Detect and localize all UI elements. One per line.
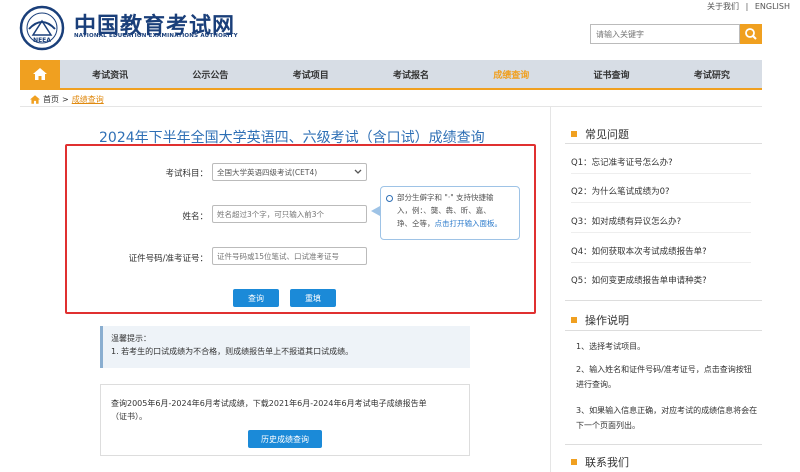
warm-tip-box: 温馨提示： 1. 若考生的口试成绩为不合格，则成绩报告单上不报道其口试成绩。 xyxy=(100,326,470,368)
breadcrumb-current[interactable]: 成绩查询 xyxy=(72,94,104,105)
bullet-icon xyxy=(571,131,577,137)
id-number-input[interactable] xyxy=(212,247,367,265)
divider xyxy=(565,330,762,331)
about-link[interactable]: 关于我们 xyxy=(707,2,739,11)
subject-select[interactable]: 全国大学英语四级考试(CET4) xyxy=(212,163,367,181)
nav-item-exams[interactable]: 考试项目 xyxy=(261,60,361,88)
divider xyxy=(571,262,751,263)
toplinks-separator: | xyxy=(745,2,749,11)
breadcrumb-separator: > xyxy=(62,95,69,104)
faq-item-5[interactable]: Q5：如何变更成绩报告单申请种类? xyxy=(571,274,707,286)
site-header: NEEA 中国教育考试网 NATIONAL EDUCATION EXAMINAT… xyxy=(0,0,800,58)
main-nav: 考试资讯 公示公告 考试项目 考试报名 成绩查询 证书查询 考试研究 xyxy=(20,60,762,88)
warm-tip-title: 温馨提示： xyxy=(111,334,151,343)
guide-step-1: 1、选择考试项目。 xyxy=(576,342,646,351)
history-text-1: 查询2005年6月-2024年6月考试成绩，下载2021年6月-2024年6月考… xyxy=(111,399,427,408)
radio-icon xyxy=(386,195,393,202)
divider xyxy=(565,444,762,445)
tip-line-2: 入，例：、龑、犇、昕、嘉、 xyxy=(397,206,491,215)
nav-item-registration[interactable]: 考试报名 xyxy=(361,60,461,88)
search-box xyxy=(590,24,762,44)
nav-home-button[interactable] xyxy=(20,60,60,88)
query-button[interactable]: 查询 xyxy=(233,289,279,307)
divider xyxy=(20,106,762,107)
guide-step-3: 3、如果输入信息正确，对应考试的成绩信息将会在下一个页面列出。 xyxy=(576,406,758,430)
warm-tip-text: 1. 若考生的口试成绩为不合格，则成绩报告单上不报道其口试成绩。 xyxy=(111,347,354,356)
contact-heading: 联系我们 xyxy=(571,454,629,470)
divider xyxy=(571,202,751,203)
rare-char-tip: 部分生僻字和 "·" 支持快捷输 入，例：、龑、犇、昕、嘉、 琤、仝等，点击打开… xyxy=(380,186,520,240)
faq-title: 常见问题 xyxy=(585,128,629,141)
name-label: 姓名： xyxy=(182,212,208,222)
nav-item-certificates[interactable]: 证书查询 xyxy=(561,60,661,88)
open-input-panel-link[interactable]: 点击打开输入面板。 xyxy=(435,219,503,228)
sidebar-divider xyxy=(550,107,551,472)
nav-item-research[interactable]: 考试研究 xyxy=(662,60,762,88)
faq-item-1[interactable]: Q1：忘记准考证号怎么办? xyxy=(571,156,673,168)
faq-item-4[interactable]: Q4：如何获取本次考试成绩报告单? xyxy=(571,245,707,257)
name-input[interactable] xyxy=(212,205,367,223)
tip-line-3: 琤、仝等， xyxy=(397,219,435,228)
nav-underline xyxy=(20,88,762,90)
contact-title[interactable]: 联系我们 xyxy=(585,454,629,470)
tip-line-1: 部分生僻字和 "·" 支持快捷输 xyxy=(397,193,494,202)
reset-button[interactable]: 重填 xyxy=(290,289,336,307)
logo-badge: NEEA xyxy=(33,37,51,44)
nav-item-scores[interactable]: 成绩查询 xyxy=(461,60,561,88)
guide-heading: 操作说明 xyxy=(571,312,629,328)
id-label: 证件号码/准考证号： xyxy=(128,254,208,264)
top-links: 关于我们 | ENGLISH xyxy=(703,1,790,12)
history-query-button[interactable]: 历史成绩查询 xyxy=(248,430,322,448)
history-text-2: （证书）。 xyxy=(111,412,147,421)
search-input[interactable] xyxy=(590,24,740,44)
subject-select-value: 全国大学英语四级考试(CET4) xyxy=(217,167,318,177)
subject-label: 考试科目： xyxy=(165,169,208,179)
bullet-icon xyxy=(571,459,577,465)
faq-heading: 常见问题 xyxy=(571,126,629,142)
faq-item-3[interactable]: Q3：如对成绩有异议怎么办? xyxy=(571,215,681,227)
nav-item-news[interactable]: 考试资讯 xyxy=(60,60,160,88)
faq-item-2[interactable]: Q2：为什么笔试成绩为0? xyxy=(571,185,670,197)
search-button[interactable] xyxy=(740,24,762,44)
site-logo-subtitle: NATIONAL EDUCATION EXAMINATIONS AUTHORIT… xyxy=(74,33,238,39)
divider xyxy=(565,143,762,144)
breadcrumb: 首页 > 成绩查询 xyxy=(30,94,104,105)
divider xyxy=(571,232,751,233)
english-link[interactable]: ENGLISH xyxy=(755,2,790,11)
breadcrumb-home[interactable]: 首页 xyxy=(43,94,59,105)
home-icon xyxy=(30,95,40,104)
guide-title: 操作说明 xyxy=(585,314,629,327)
guide-step-2: 2、输入姓名和证件号码/准考证号，点击查询按钮进行查询。 xyxy=(576,365,752,389)
nav-item-announcements[interactable]: 公示公告 xyxy=(160,60,260,88)
home-icon xyxy=(33,68,47,80)
divider xyxy=(571,173,751,174)
bullet-icon xyxy=(571,317,577,323)
divider xyxy=(565,300,762,301)
chevron-down-icon xyxy=(354,169,362,174)
neea-logo-icon[interactable]: NEEA xyxy=(19,5,65,51)
search-icon xyxy=(745,28,757,40)
tip-arrow xyxy=(371,206,380,216)
